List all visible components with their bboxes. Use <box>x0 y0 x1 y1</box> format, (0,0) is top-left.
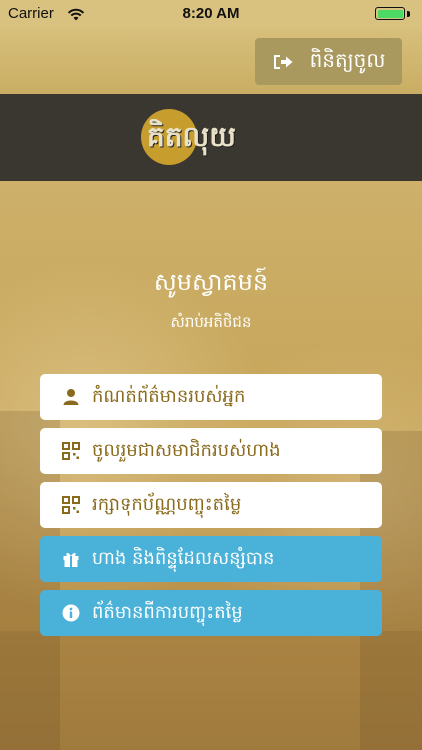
edit-profile-label: កំណត់ព័ត៌មានរបស់អ្នក <box>92 385 246 407</box>
welcome-panel: សូមស្វាគមន៍ សំរាប់អតិថិជន កំណត់ព័ត៌មានរប… <box>0 181 422 750</box>
save-coupon-button[interactable]: រក្សាទុកប័ណ្ណបញ្ចុះតម្លៃ <box>40 482 382 528</box>
status-bar: Carrier 8:20 AM <box>0 0 422 28</box>
edit-profile-button[interactable]: កំណត់ព័ត៌មានរបស់អ្នក <box>40 374 382 420</box>
save-coupon-label: រក្សាទុកប័ណ្ណបញ្ចុះតម្លៃ <box>92 493 242 515</box>
logo-banner: គិតលុយ <box>0 94 422 181</box>
header-bar: ពិនិត្យចូល <box>0 28 422 94</box>
shops-points-button[interactable]: ហាង និងពិន្ទុដែលសន្សំបាន <box>40 536 382 582</box>
clock: 8:20 AM <box>182 5 240 22</box>
battery-level <box>377 9 403 18</box>
battery-tip <box>407 11 410 17</box>
gift-icon <box>62 550 80 568</box>
app-logo: គិតលុយ <box>141 109 236 165</box>
discount-info-label: ព័ត៌មានពីការបញ្ចុះតម្លៃ <box>92 601 243 623</box>
qr-code-icon <box>62 496 80 514</box>
battery-icon <box>375 7 405 20</box>
info-icon <box>62 604 80 622</box>
discount-info-button[interactable]: ព័ត៌មានពីការបញ្ចុះតម្លៃ <box>40 590 382 636</box>
join-membership-button[interactable]: ចូលរួមជាសមាជិករបស់ហាង <box>40 428 382 474</box>
welcome-title: សូមស្វាគមន៍ <box>153 268 269 296</box>
login-button-label: ពិនិត្យចូល <box>309 47 386 72</box>
shops-points-label: ហាង និងពិន្ទុដែលសន្សំបាន <box>92 547 275 569</box>
logo-text: គិតលុយ <box>147 120 236 153</box>
user-icon <box>62 388 80 406</box>
welcome-subtitle: សំរាប់អតិថិជន <box>170 313 252 331</box>
join-membership-label: ចូលរួមជាសមាជិករបស់ហាង <box>92 439 281 461</box>
sign-in-icon <box>273 54 293 69</box>
qr-code-icon <box>62 442 80 460</box>
login-button[interactable]: ពិនិត្យចូល <box>255 38 402 85</box>
